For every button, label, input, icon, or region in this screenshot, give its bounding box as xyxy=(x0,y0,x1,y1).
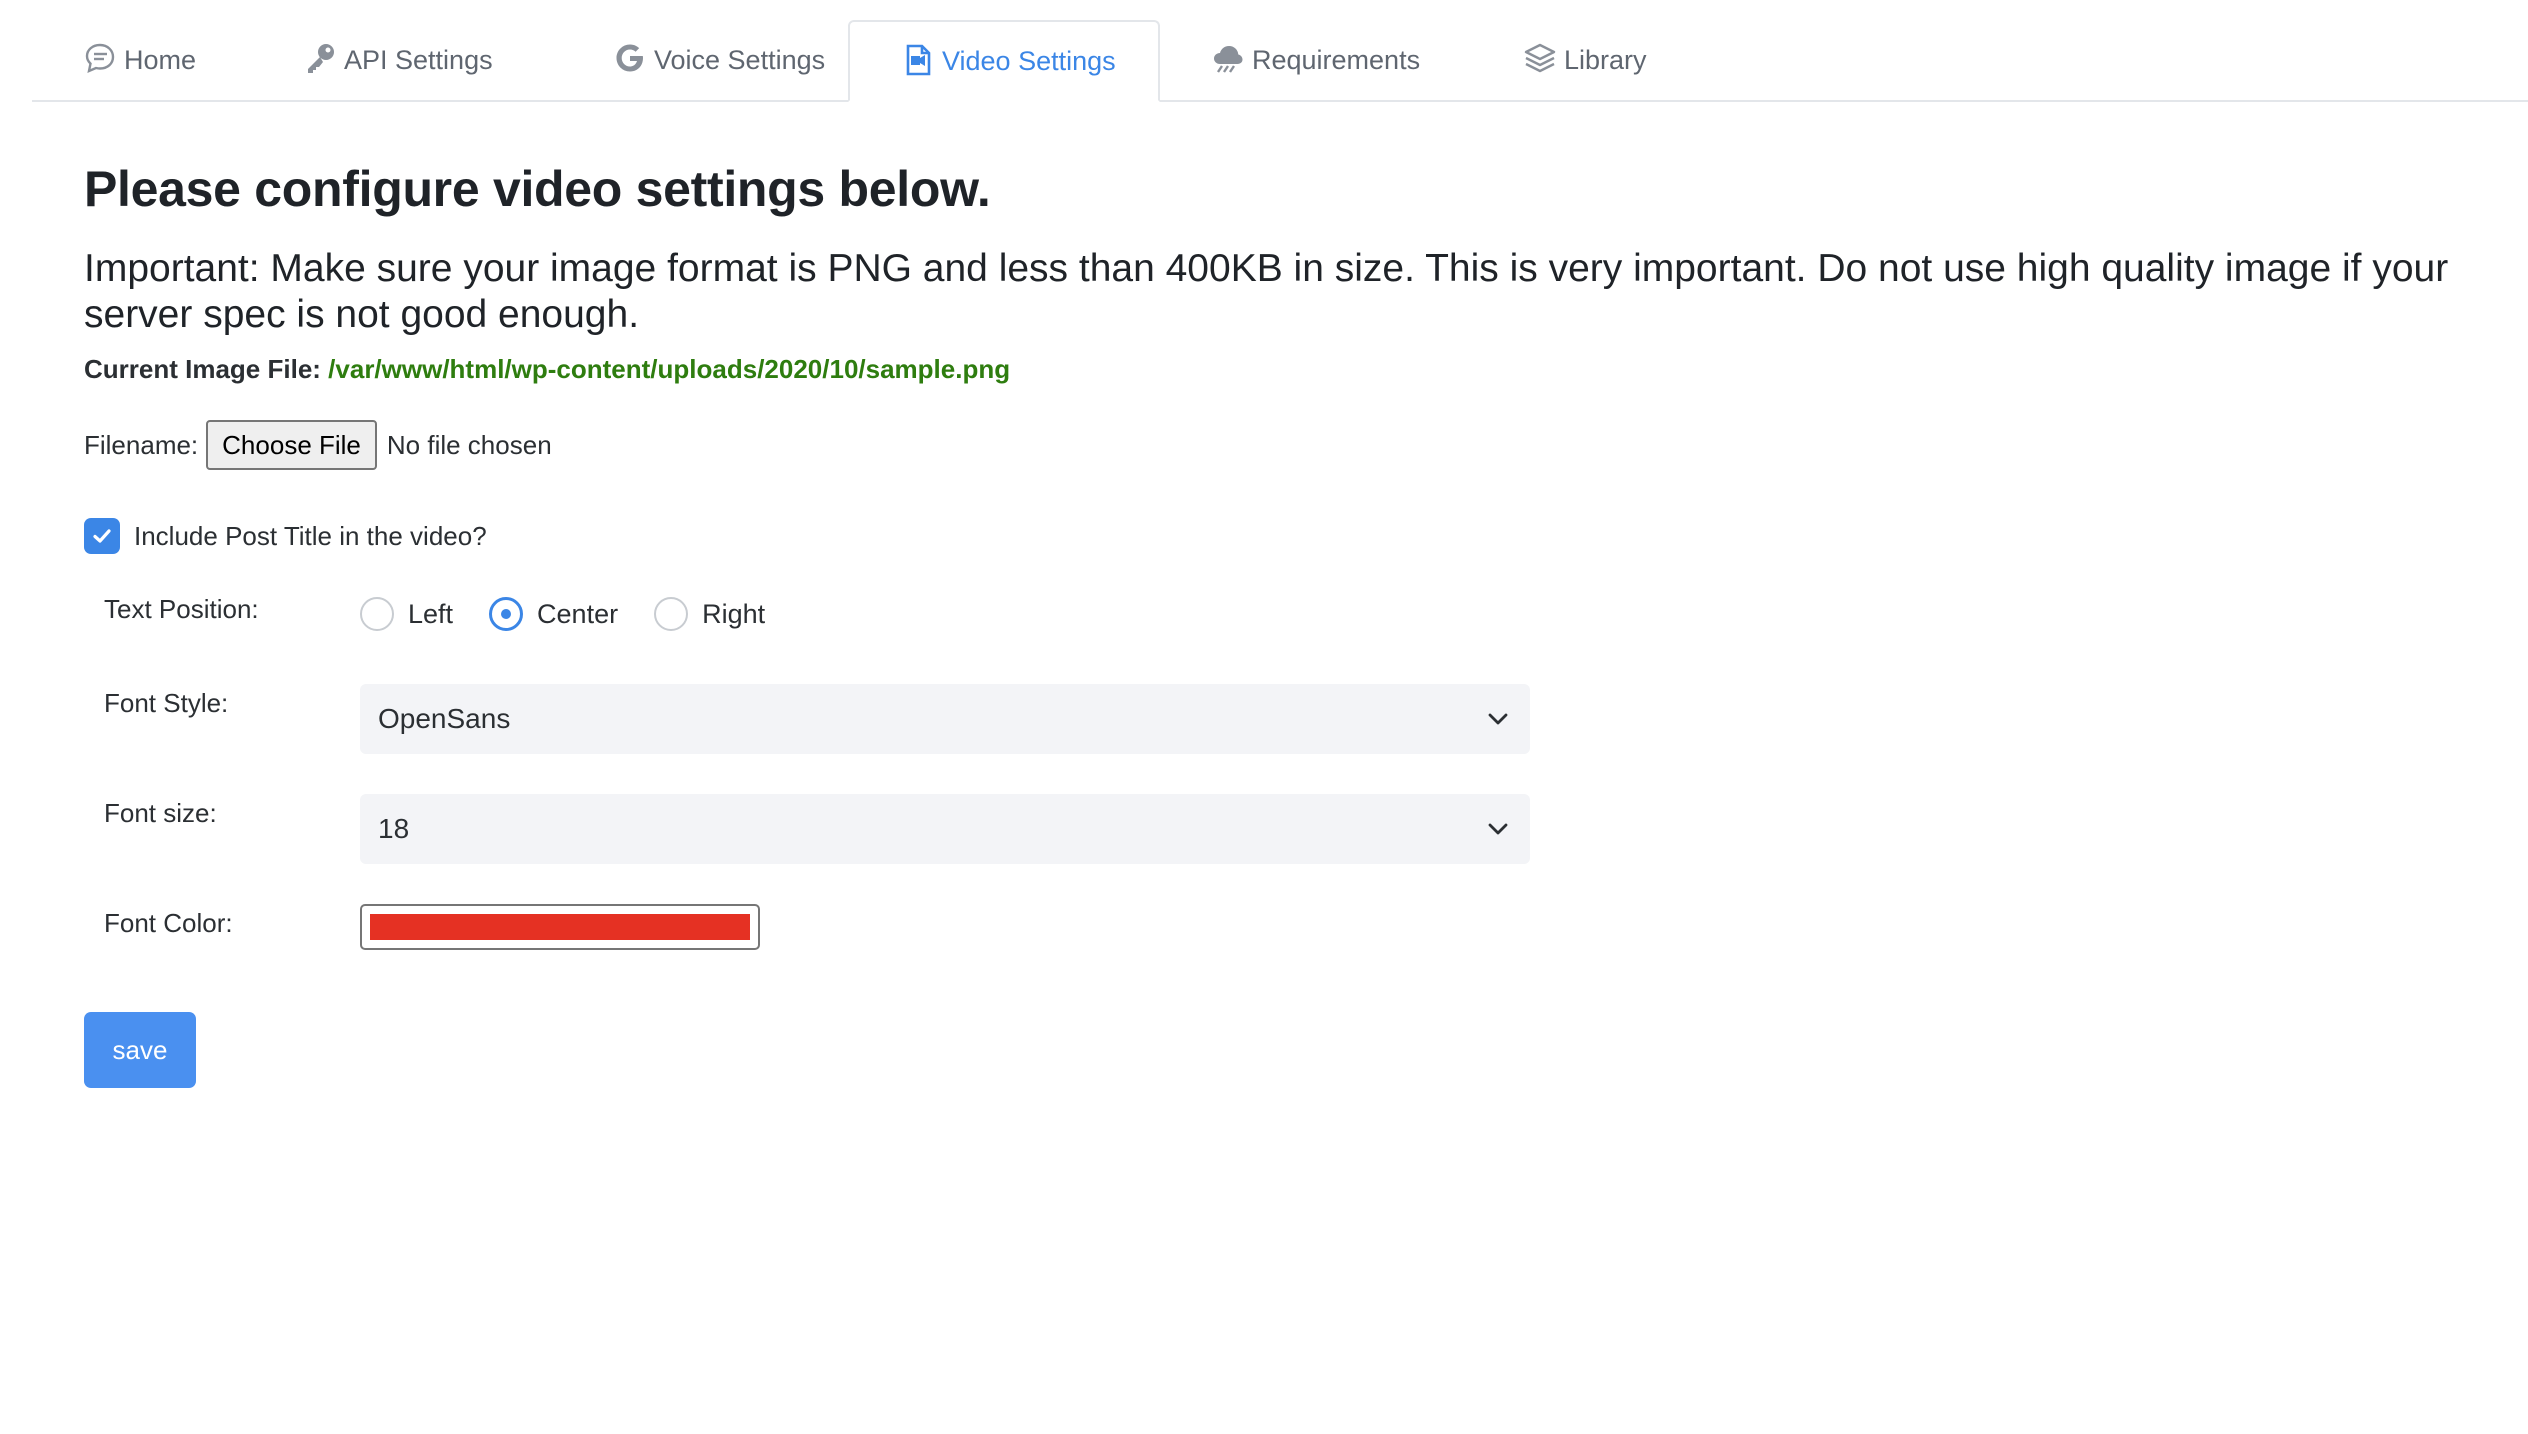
choose-file-button[interactable]: Choose File xyxy=(206,420,377,470)
chevron-down-icon xyxy=(1488,713,1508,725)
font-color-swatch xyxy=(370,914,750,940)
no-file-chosen-text: No file chosen xyxy=(386,429,552,460)
chevron-down-icon xyxy=(1488,823,1508,835)
current-file-label: Current Image File: xyxy=(84,354,321,384)
radio-left-label: Left xyxy=(408,598,454,629)
tab-library-label: Library xyxy=(1564,44,1647,75)
text-position-radio-group: Left Center Right xyxy=(360,594,801,634)
font-color-label: Font Color: xyxy=(104,908,233,938)
radio-center[interactable]: Center xyxy=(489,597,618,631)
checkmark-icon xyxy=(93,529,111,543)
filename-row: Filename: Choose File No file chosen xyxy=(84,420,552,470)
save-button[interactable]: save xyxy=(84,1012,196,1088)
radio-center-label: Center xyxy=(537,598,619,629)
radio-right[interactable]: Right xyxy=(654,597,765,631)
key-icon xyxy=(308,44,334,73)
layers-icon xyxy=(1524,43,1556,73)
tab-bar: Home API Settings Voice Settings Video S… xyxy=(32,20,2528,102)
include-title-row: Include Post Title in the video? xyxy=(84,518,487,554)
tab-api-settings[interactable]: API Settings xyxy=(252,20,572,100)
font-style-select[interactable]: OpenSans xyxy=(360,684,1530,754)
font-size-select[interactable]: 18 xyxy=(360,794,1530,864)
google-g-icon xyxy=(616,44,643,72)
radio-right-label: Right xyxy=(702,598,766,629)
radio-right-circle[interactable] xyxy=(654,597,689,631)
tab-video-settings-label: Video Settings xyxy=(942,45,1116,76)
video-settings-page: Home API Settings Voice Settings Video S… xyxy=(0,0,2528,1434)
radio-left-circle[interactable] xyxy=(360,597,394,631)
include-title-label[interactable]: Include Post Title in the video? xyxy=(134,521,487,552)
important-notice: Important: Make sure your image format i… xyxy=(84,247,2449,336)
tab-home[interactable]: Home xyxy=(32,20,252,100)
text-position-label: Text Position: xyxy=(104,594,259,624)
tab-video-settings[interactable]: Video Settings xyxy=(848,20,1160,102)
chat-bubble-icon xyxy=(85,43,115,74)
font-size-value: 18 xyxy=(378,813,410,844)
page-title: Please configure video settings below. xyxy=(84,161,991,217)
current-image-file: Current Image File: /var/www/html/wp-con… xyxy=(84,354,1010,385)
font-size-label: Font size: xyxy=(104,798,217,828)
include-title-checkbox[interactable] xyxy=(84,518,120,554)
tab-voice-settings[interactable]: Voice Settings xyxy=(562,20,880,100)
tab-home-label: Home xyxy=(124,44,197,75)
radio-left[interactable]: Left xyxy=(360,597,453,631)
video-file-icon xyxy=(906,44,931,76)
tab-requirements-label: Requirements xyxy=(1252,44,1421,75)
filename-label: Filename: xyxy=(84,429,199,460)
font-color-picker[interactable] xyxy=(360,904,760,950)
font-style-label: Font Style: xyxy=(104,688,229,718)
tab-library[interactable]: Library xyxy=(1472,20,1732,100)
tab-requirements[interactable]: Requirements xyxy=(1160,20,1492,100)
tab-voice-settings-label: Voice Settings xyxy=(654,44,826,75)
radio-center-circle[interactable] xyxy=(489,597,524,631)
font-style-value: OpenSans xyxy=(378,703,511,734)
cloud-icon xyxy=(1214,46,1243,73)
current-file-path: /var/www/html/wp-content/uploads/2020/10… xyxy=(328,354,1011,384)
tab-api-settings-label: API Settings xyxy=(344,44,493,75)
